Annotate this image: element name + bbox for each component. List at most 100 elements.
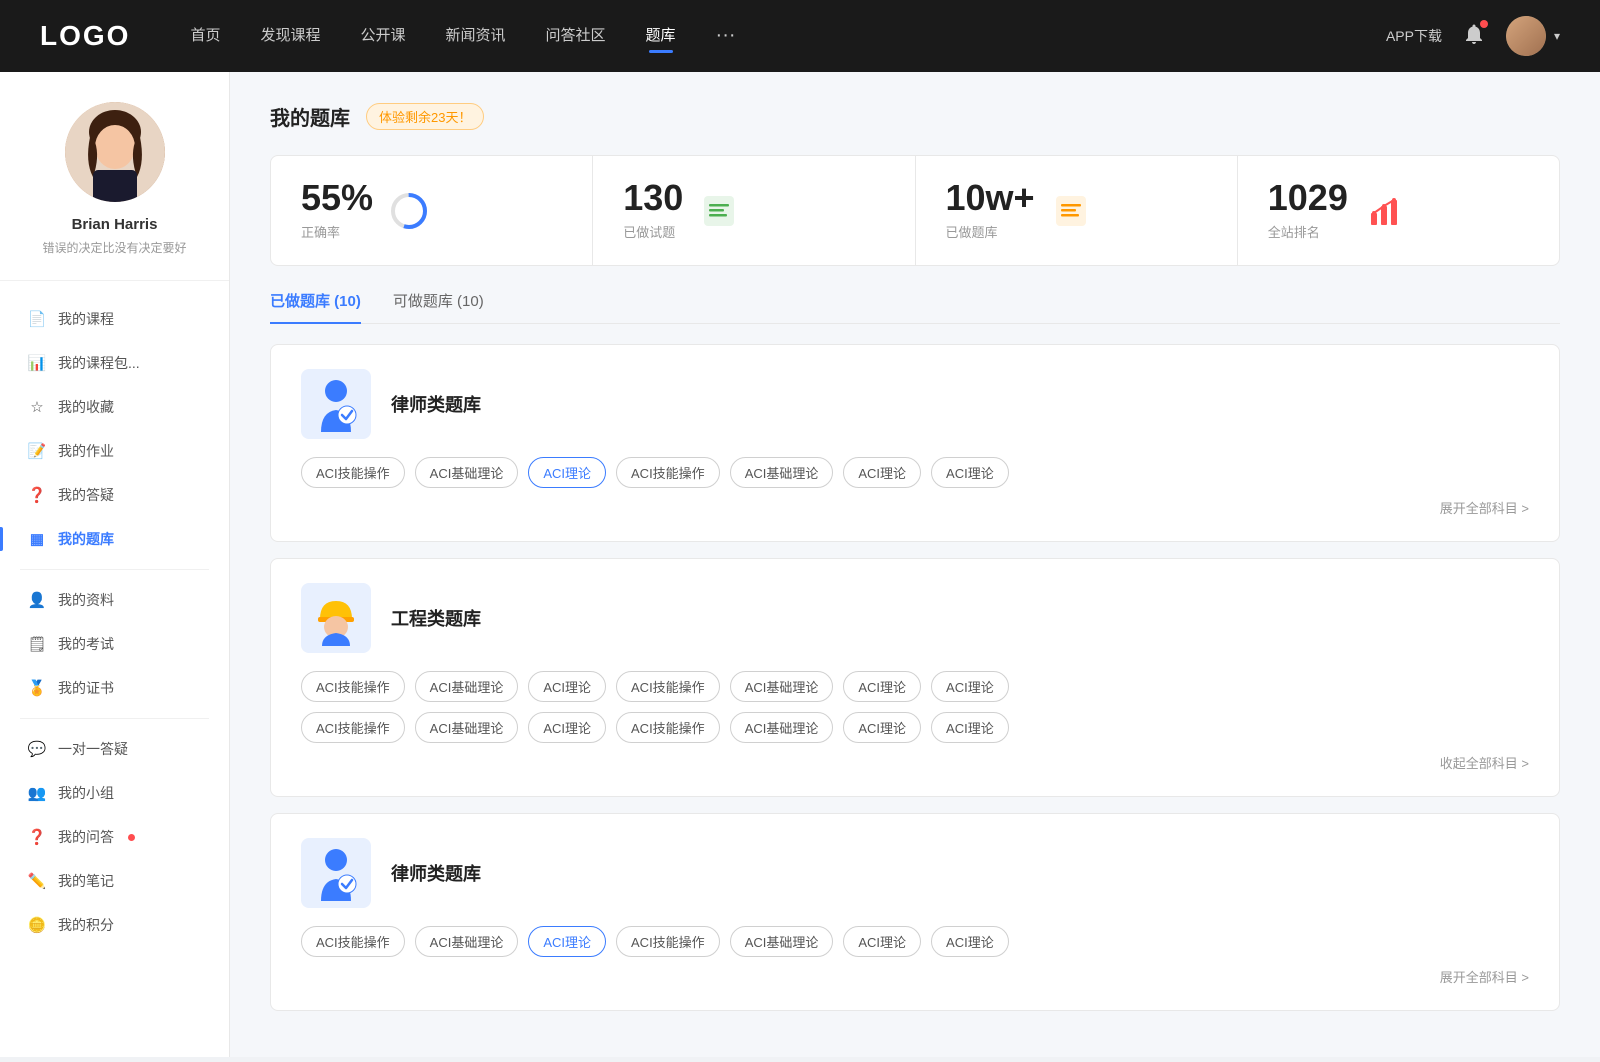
sidebar-item-certificate[interactable]: 🏅 我的证书 (0, 666, 229, 710)
eng-tag-1[interactable]: ACI基础理论 (415, 671, 519, 702)
cert-icon: 🏅 (28, 679, 46, 697)
tag-2-active[interactable]: ACI理论 (528, 457, 606, 488)
stat-ranking: 1029 全站排名 (1238, 156, 1559, 265)
sidebar-item-homework[interactable]: 📝 我的作业 (0, 429, 229, 473)
eng-tag-5[interactable]: ACI理论 (843, 671, 921, 702)
grid-icon: ▦ (28, 530, 46, 548)
sidebar-label-favorites: 我的收藏 (58, 397, 114, 417)
nav-home[interactable]: 首页 (190, 24, 220, 49)
avatar-illustration (65, 102, 165, 202)
nav-more[interactable]: ··· (716, 24, 736, 49)
sidebar-item-my-qa[interactable]: ❓ 我的问答 (0, 815, 229, 859)
engineer-icon (301, 583, 371, 653)
sidebar-item-one-to-one[interactable]: 💬 一对一答疑 (0, 727, 229, 771)
notification-bell[interactable] (1462, 22, 1486, 51)
tab-done-banks[interactable]: 已做题库 (10) (270, 290, 361, 323)
l2-tag-0[interactable]: ACI技能操作 (301, 926, 405, 957)
tab-available-banks[interactable]: 可做题库 (10) (393, 290, 484, 323)
tag-5[interactable]: ACI理论 (843, 457, 921, 488)
eng-tag-2[interactable]: ACI理论 (528, 671, 606, 702)
l2-tag-4[interactable]: ACI基础理论 (730, 926, 834, 957)
bar-icon: 📊 (28, 354, 46, 372)
eng-tag-0[interactable]: ACI技能操作 (301, 671, 405, 702)
collapse-link-engineer[interactable]: 收起全部科目 > (301, 753, 1529, 772)
l2-tag-5[interactable]: ACI理论 (843, 926, 921, 957)
eng2-tag-2[interactable]: ACI理论 (528, 712, 606, 743)
eng-tag-3[interactable]: ACI技能操作 (616, 671, 720, 702)
sidebar-item-notes[interactable]: ✏️ 我的笔记 (0, 859, 229, 903)
tag-6[interactable]: ACI理论 (931, 457, 1009, 488)
tag-4[interactable]: ACI基础理论 (730, 457, 834, 488)
nav-open-course[interactable]: 公开课 (360, 24, 405, 49)
nav-discover[interactable]: 发现课程 (260, 24, 320, 49)
coin-icon: 🪙 (28, 916, 46, 934)
question-icon: ❓ (28, 486, 46, 504)
lawyer-icon (301, 369, 371, 439)
eng2-tag-6[interactable]: ACI理论 (931, 712, 1009, 743)
bank-card-header-engineer: 工程类题库 (301, 583, 1529, 653)
tabs-row: 已做题库 (10) 可做题库 (10) (270, 290, 1560, 324)
sidebar-item-points[interactable]: 🪙 我的积分 (0, 903, 229, 947)
eng-tag-6[interactable]: ACI理论 (931, 671, 1009, 702)
bank-card-lawyer-1: 律师类题库 ACI技能操作 ACI基础理论 ACI理论 ACI技能操作 ACI基… (270, 344, 1560, 542)
bank-card-lawyer-2: 律师类题库 ACI技能操作 ACI基础理论 ACI理论 ACI技能操作 ACI基… (270, 813, 1560, 1011)
sidebar-item-course-pack[interactable]: 📊 我的课程包... (0, 341, 229, 385)
profile-name: Brian Harris (72, 216, 158, 233)
sidebar-label-profile: 我的资料 (58, 590, 114, 610)
l2-tag-2-active[interactable]: ACI理论 (528, 926, 606, 957)
stat-number-done-banks: 10w+ (946, 180, 1035, 216)
chat-icon: 💬 (28, 740, 46, 758)
sidebar-divider-1 (20, 569, 209, 570)
list-orange-icon (1051, 191, 1091, 231)
bank-title-lawyer-2: 律师类题库 (391, 860, 481, 886)
expand-link-lawyer-1[interactable]: 展开全部科目 > (301, 498, 1529, 517)
eng2-tag-0[interactable]: ACI技能操作 (301, 712, 405, 743)
tags-row-engineer-2: ACI技能操作 ACI基础理论 ACI理论 ACI技能操作 ACI基础理论 AC… (301, 712, 1529, 743)
tag-1[interactable]: ACI基础理论 (415, 457, 519, 488)
page-title: 我的题库 (270, 102, 350, 131)
sidebar-item-exam[interactable]: 🗒 我的考试 (0, 622, 229, 666)
pie-chart-svg (389, 191, 429, 231)
notification-dot (1480, 20, 1488, 28)
stat-number-accuracy: 55% (301, 180, 373, 216)
tag-0[interactable]: ACI技能操作 (301, 457, 405, 488)
sidebar-label-question-bank: 我的题库 (58, 529, 114, 549)
qanda-icon: ❓ (28, 828, 46, 846)
doc-icon: 📄 (28, 310, 46, 328)
main-layout: Brian Harris 错误的决定比没有决定要好 📄 我的课程 📊 我的课程包… (0, 72, 1600, 1057)
eng2-tag-3[interactable]: ACI技能操作 (616, 712, 720, 743)
sidebar: Brian Harris 错误的决定比没有决定要好 📄 我的课程 📊 我的课程包… (0, 72, 230, 1057)
l2-tag-1[interactable]: ACI基础理论 (415, 926, 519, 957)
app-download-link[interactable]: APP下载 (1386, 26, 1442, 46)
stat-text-ranking: 1029 全站排名 (1268, 180, 1348, 241)
pencil-icon: ✏️ (28, 872, 46, 890)
stat-accuracy: 55% 正确率 (271, 156, 593, 265)
sidebar-label-my-qa: 我的问答 (58, 827, 114, 847)
stat-label-done-banks: 已做题库 (946, 222, 1035, 241)
bank-title-lawyer-1: 律师类题库 (391, 391, 481, 417)
sidebar-item-profile[interactable]: 👤 我的资料 (0, 578, 229, 622)
l2-tag-6[interactable]: ACI理论 (931, 926, 1009, 957)
expand-link-lawyer-2[interactable]: 展开全部科目 > (301, 967, 1529, 986)
sidebar-item-favorites[interactable]: ☆ 我的收藏 (0, 385, 229, 429)
eng2-tag-1[interactable]: ACI基础理论 (415, 712, 519, 743)
user-avatar-wrap[interactable]: ▾ (1506, 16, 1560, 56)
sidebar-label-one-to-one: 一对一答疑 (58, 739, 128, 759)
eng2-tag-5[interactable]: ACI理论 (843, 712, 921, 743)
sidebar-item-group[interactable]: 👥 我的小组 (0, 771, 229, 815)
profile-avatar (65, 102, 165, 202)
avatar (1506, 16, 1546, 56)
tag-3[interactable]: ACI技能操作 (616, 457, 720, 488)
nav-qa[interactable]: 问答社区 (546, 24, 606, 49)
nav-question-bank[interactable]: 题库 (646, 24, 676, 49)
logo: LOGO (40, 20, 130, 52)
nav-news[interactable]: 新闻资讯 (446, 24, 506, 49)
note-icon: 📝 (28, 442, 46, 460)
sidebar-item-question-bank[interactable]: ▦ 我的题库 (0, 517, 229, 561)
eng2-tag-4[interactable]: ACI基础理论 (730, 712, 834, 743)
l2-tag-3[interactable]: ACI技能操作 (616, 926, 720, 957)
chevron-down-icon: ▾ (1554, 29, 1560, 43)
eng-tag-4[interactable]: ACI基础理论 (730, 671, 834, 702)
sidebar-item-courses[interactable]: 📄 我的课程 (0, 297, 229, 341)
sidebar-item-qa[interactable]: ❓ 我的答疑 (0, 473, 229, 517)
